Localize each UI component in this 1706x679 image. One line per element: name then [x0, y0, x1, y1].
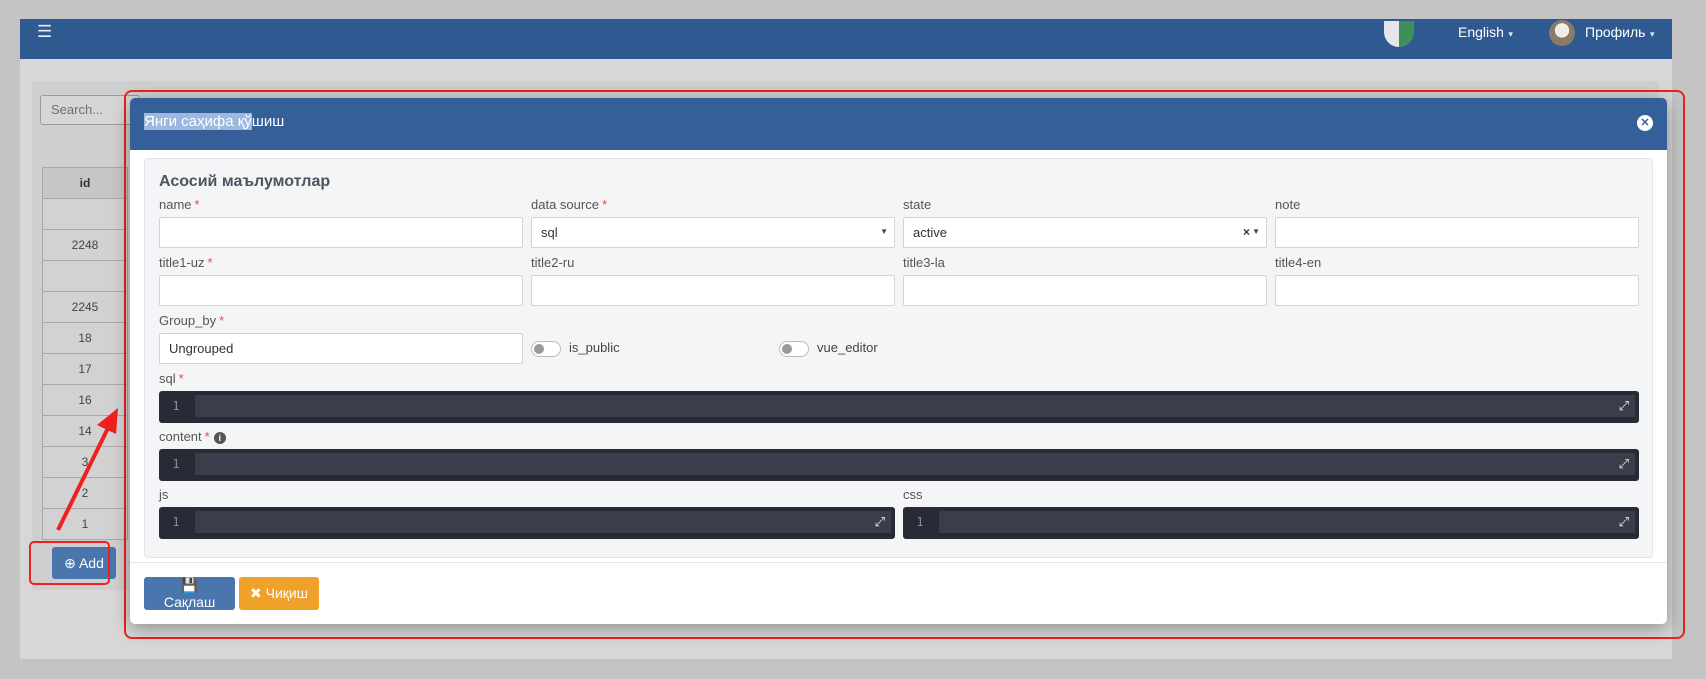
- info-icon[interactable]: i: [213, 432, 226, 444]
- clear-icon[interactable]: ×: [1243, 225, 1250, 239]
- fullscreen-icon[interactable]: ⤢: [875, 515, 885, 529]
- chevron-down-icon: ▼: [880, 227, 888, 236]
- is-public-toggle[interactable]: [531, 341, 561, 357]
- data-source-label-text: data source: [531, 197, 599, 212]
- required-mark: *: [178, 371, 184, 386]
- name-label: name *: [159, 197, 200, 212]
- data-source-select[interactable]: sql ▼: [531, 217, 895, 248]
- title4-label: title4-en: [1275, 255, 1322, 270]
- add-page-modal: Янги саҳифа қўшиш ✕ Асосий маълумотлар n…: [130, 98, 1667, 624]
- content-label-text: content: [159, 429, 202, 444]
- save-button-label: Сақлаш: [163, 594, 216, 610]
- exit-button[interactable]: ✖ Чиқиш: [239, 577, 319, 610]
- title3-input[interactable]: [903, 275, 1267, 306]
- name-label-text: name: [159, 197, 192, 212]
- editor-line[interactable]: [195, 511, 891, 533]
- group-by-input[interactable]: Ungrouped: [159, 333, 523, 364]
- arrow-shaft: [56, 423, 112, 531]
- line-number: 1: [916, 515, 924, 529]
- sql-label: sql *: [159, 371, 184, 386]
- required-mark: *: [204, 429, 210, 444]
- required-mark: *: [601, 197, 607, 212]
- is-public-label: is_public: [569, 340, 620, 355]
- vue-editor-label: vue_editor: [817, 340, 878, 355]
- title1-label-text: title1-uz: [159, 255, 205, 270]
- css-label: css: [903, 487, 923, 502]
- note-input[interactable]: [1275, 217, 1639, 248]
- line-number: 1: [172, 515, 180, 529]
- js-editor[interactable]: 1 ⤢: [159, 507, 895, 539]
- note-label: note: [1275, 197, 1301, 212]
- data-source-label: data source *: [531, 197, 607, 212]
- title3-label: title3-la: [903, 255, 945, 270]
- save-button[interactable]: 💾 Сақлаш: [144, 577, 235, 610]
- state-label: state: [903, 197, 932, 212]
- state-select[interactable]: active × ▼: [903, 217, 1267, 248]
- section-title: Асосий маълумотлар: [159, 173, 331, 190]
- state-value: active: [913, 225, 947, 240]
- css-editor[interactable]: 1 ⤢: [903, 507, 1639, 539]
- required-mark: *: [194, 197, 200, 212]
- fullscreen-icon[interactable]: ⤢: [1619, 515, 1629, 529]
- title2-input[interactable]: [531, 275, 895, 306]
- sql-label-text: sql: [159, 371, 176, 386]
- close-icon: ✖: [250, 585, 262, 601]
- line-number: 1: [172, 399, 180, 413]
- chevron-down-icon: ▼: [1252, 227, 1260, 236]
- name-input[interactable]: [159, 217, 523, 248]
- group-by-label-text: Group_by: [159, 313, 217, 328]
- modal-header: Янги саҳифа қўшиш ✕: [130, 98, 1667, 150]
- modal-title-rest: шиш: [251, 113, 285, 130]
- title1-input[interactable]: [159, 275, 523, 306]
- modal-footer: 💾 Сақлаш ✖ Чиқиш: [130, 562, 1667, 624]
- fullscreen-icon[interactable]: ⤢: [1619, 457, 1629, 471]
- editor-line[interactable]: [195, 453, 1635, 475]
- fullscreen-icon[interactable]: ⤢: [1619, 399, 1629, 413]
- save-icon: 💾: [180, 577, 199, 593]
- title2-label: title2-ru: [531, 255, 575, 270]
- content-label: content * i: [159, 429, 226, 444]
- title1-label: title1-uz *: [159, 255, 213, 270]
- modal-title: Янги саҳифа қўшиш: [144, 113, 284, 130]
- js-label: js: [159, 487, 169, 502]
- data-source-value: sql: [541, 225, 558, 240]
- editor-line[interactable]: [195, 395, 1635, 417]
- required-mark: *: [207, 255, 213, 270]
- content-editor[interactable]: 1 ⤢: [159, 449, 1639, 481]
- editor-line[interactable]: [939, 511, 1635, 533]
- line-number: 1: [172, 457, 180, 471]
- modal-title-selected: Янги саҳифа қў: [144, 113, 252, 130]
- sql-editor[interactable]: 1 ⤢: [159, 391, 1639, 423]
- group-by-label: Group_by *: [159, 313, 224, 328]
- title4-input[interactable]: [1275, 275, 1639, 306]
- close-icon[interactable]: ✕: [1637, 115, 1653, 131]
- required-mark: *: [219, 313, 225, 328]
- form-section: Асосий маълумотлар name * data source * sq…: [144, 158, 1653, 558]
- vue-editor-toggle[interactable]: [779, 341, 809, 357]
- exit-button-label: Чиқиш: [265, 585, 308, 601]
